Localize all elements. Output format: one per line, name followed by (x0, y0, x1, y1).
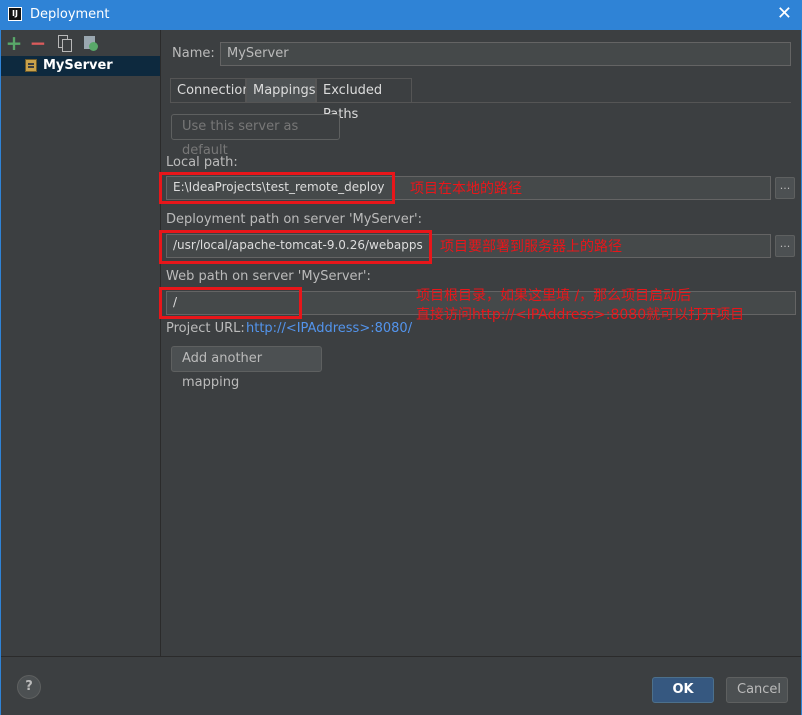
cancel-button[interactable]: Cancel (726, 677, 788, 703)
server-list-panel: + − MyServer (1, 30, 161, 656)
close-icon[interactable]: ✕ (777, 5, 792, 23)
deployment-path-annotation: 项目要部署到服务器上的路径 (440, 239, 622, 255)
remove-icon[interactable]: − (29, 33, 47, 53)
tab-connection[interactable]: Connection (170, 78, 251, 102)
tab-divider (170, 102, 791, 103)
deployment-path-highlight (159, 230, 432, 264)
local-path-annotation: 项目在本地的路径 (410, 181, 522, 197)
local-path-browse-button[interactable]: ... (775, 177, 795, 199)
title-bar: IJ Deployment ✕ (0, 0, 802, 30)
add-mapping-button[interactable]: Add another mapping (171, 346, 322, 390)
use-as-default-button[interactable]: Use this server as default (171, 114, 340, 158)
tab-mappings[interactable]: Mappings (246, 78, 316, 102)
server-icon (25, 59, 37, 72)
name-label: Name: (172, 46, 215, 61)
web-path-annotation-line1: 项目根目录，如果这里填 /，那么项目启动后 (416, 288, 692, 304)
local-path-label: Local path: (166, 155, 238, 170)
help-icon[interactable]: ? (17, 675, 41, 699)
deployment-path-browse-button[interactable]: ... (775, 235, 795, 257)
project-url-link[interactable]: http://<IPAddress>:8080/ (246, 321, 412, 336)
tab-excluded-paths[interactable]: Excluded Paths (316, 78, 412, 122)
web-path-highlight (159, 287, 302, 319)
ok-button[interactable]: OK (652, 677, 714, 703)
window-title: Deployment (30, 7, 110, 22)
intellij-app-icon: IJ (8, 7, 22, 21)
web-path-annotation-line2: 直接访问http://<IPAddress>:8080就可以打开项目 (416, 307, 745, 323)
server-list-item-label: MyServer (43, 58, 113, 73)
server-list-item-myserver[interactable]: MyServer (1, 56, 160, 76)
copy-icon[interactable] (55, 34, 73, 52)
web-path-label: Web path on server 'MyServer': (166, 269, 371, 284)
set-default-icon[interactable] (81, 34, 99, 52)
dialog-footer: ? OK Cancel (1, 656, 801, 715)
name-field[interactable]: MyServer (220, 42, 791, 66)
add-icon[interactable]: + (5, 33, 23, 53)
project-url-label: Project URL: (166, 321, 245, 336)
local-path-highlight (159, 172, 395, 204)
deployment-path-label: Deployment path on server 'MyServer': (166, 212, 423, 227)
